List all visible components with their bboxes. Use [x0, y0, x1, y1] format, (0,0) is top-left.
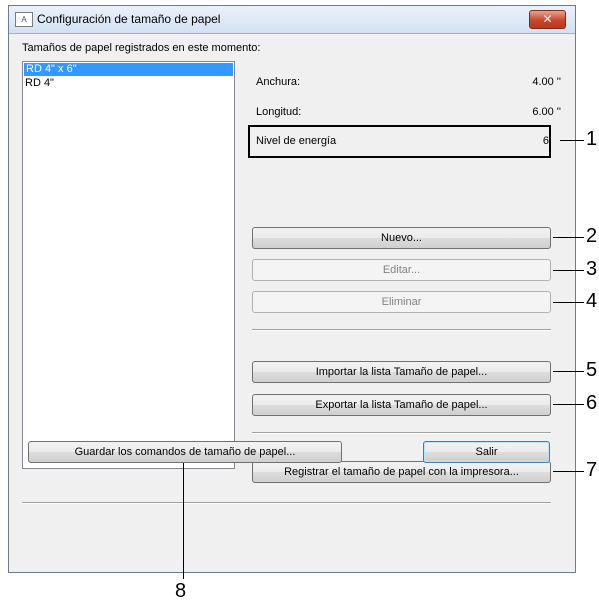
callout-3: 3: [586, 258, 598, 280]
delete-button[interactable]: Eliminar: [252, 291, 551, 313]
close-button[interactable]: ✕: [529, 10, 566, 29]
title-bar[interactable]: A Configuración de tamaño de papel ✕: [9, 6, 575, 34]
callout-line-2: [553, 237, 584, 238]
list-item[interactable]: RD 4" x 6": [24, 63, 233, 76]
separator: [22, 502, 551, 504]
separator: [252, 329, 551, 331]
paper-size-dialog: A Configuración de tamaño de papel ✕ Tam…: [8, 5, 576, 573]
register-size-button[interactable]: Registrar el tamaño de papel con la impr…: [252, 461, 551, 483]
window-title: Configuración de tamaño de papel: [37, 12, 221, 26]
length-value: 6.00 '': [532, 106, 561, 118]
app-icon: A: [15, 12, 33, 27]
callout-8: 8: [175, 580, 187, 602]
new-button[interactable]: Nuevo...: [252, 227, 551, 249]
callout-line-1: [560, 140, 584, 141]
energy-level-value: 6: [542, 135, 549, 147]
save-commands-button[interactable]: Guardar los comandos de tamaño de papel.…: [28, 441, 342, 463]
callout-4: 4: [586, 290, 598, 312]
callout-line-6: [553, 404, 584, 405]
length-label: Longitud:: [256, 106, 302, 118]
callout-1: 1: [586, 128, 598, 150]
width-value: 4.00 '': [532, 76, 561, 88]
width-label: Anchura:: [256, 76, 301, 88]
callout-line-8: [183, 463, 184, 579]
callout-6: 6: [586, 392, 598, 414]
list-item[interactable]: RD 4": [23, 77, 234, 90]
callout-2: 2: [586, 225, 598, 247]
callout-7: 7: [586, 459, 598, 481]
exit-button[interactable]: Salir: [423, 441, 550, 463]
callout-line-5: [553, 371, 584, 372]
callout-line-3: [553, 270, 584, 271]
energy-level-label: Nivel de energía: [256, 135, 337, 147]
callout-line-7: [553, 471, 584, 472]
callout-5: 5: [586, 359, 598, 381]
callout-line-4: [553, 302, 584, 303]
export-list-button[interactable]: Exportar la lista Tamaño de papel...: [252, 394, 551, 416]
edit-button[interactable]: Editar...: [252, 259, 551, 281]
paper-size-list[interactable]: RD 4" x 6" RD 4": [22, 61, 235, 469]
registered-sizes-label: Tamaños de papel registrados en este mom…: [22, 42, 261, 54]
import-list-button[interactable]: Importar la lista Tamaño de papel...: [252, 361, 551, 383]
separator: [252, 432, 551, 434]
